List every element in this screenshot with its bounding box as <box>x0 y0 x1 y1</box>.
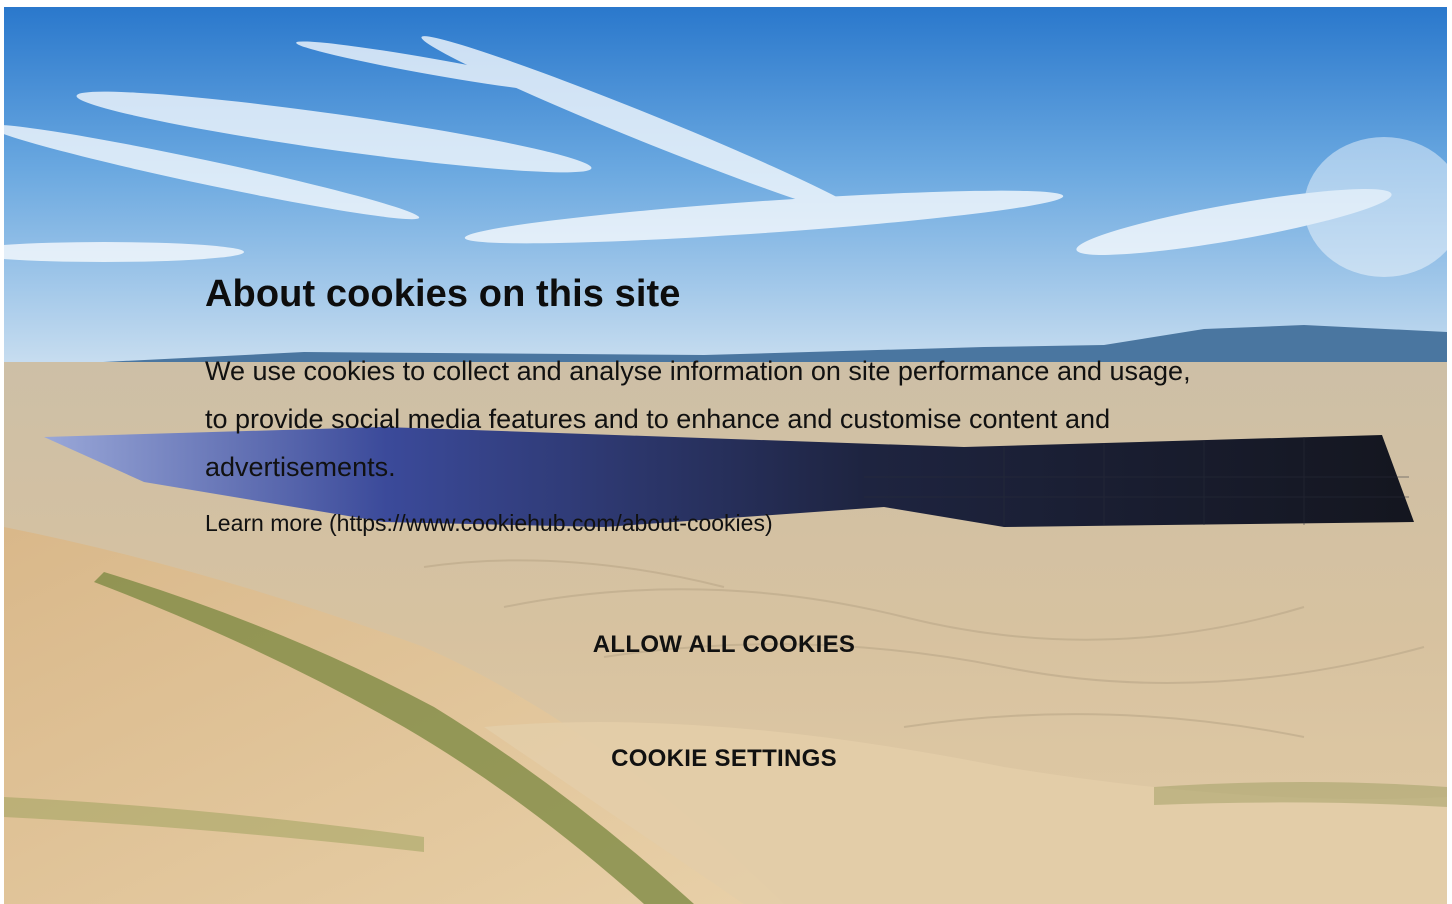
page-viewport: About cookies on this site We use cookie… <box>4 7 1447 904</box>
allow-all-cookies-button[interactable]: ALLOW ALL COOKIES <box>524 619 924 671</box>
cookie-banner-description: We use cookies to collect and analyse in… <box>205 356 1191 482</box>
cookie-banner: About cookies on this site We use cookie… <box>4 7 1447 904</box>
cookie-banner-title: About cookies on this site <box>205 273 681 315</box>
cookie-settings-button[interactable]: COOKIE SETTINGS <box>524 733 924 785</box>
learn-more-link[interactable]: Learn more (https://www.cookiehub.com/ab… <box>205 510 773 537</box>
